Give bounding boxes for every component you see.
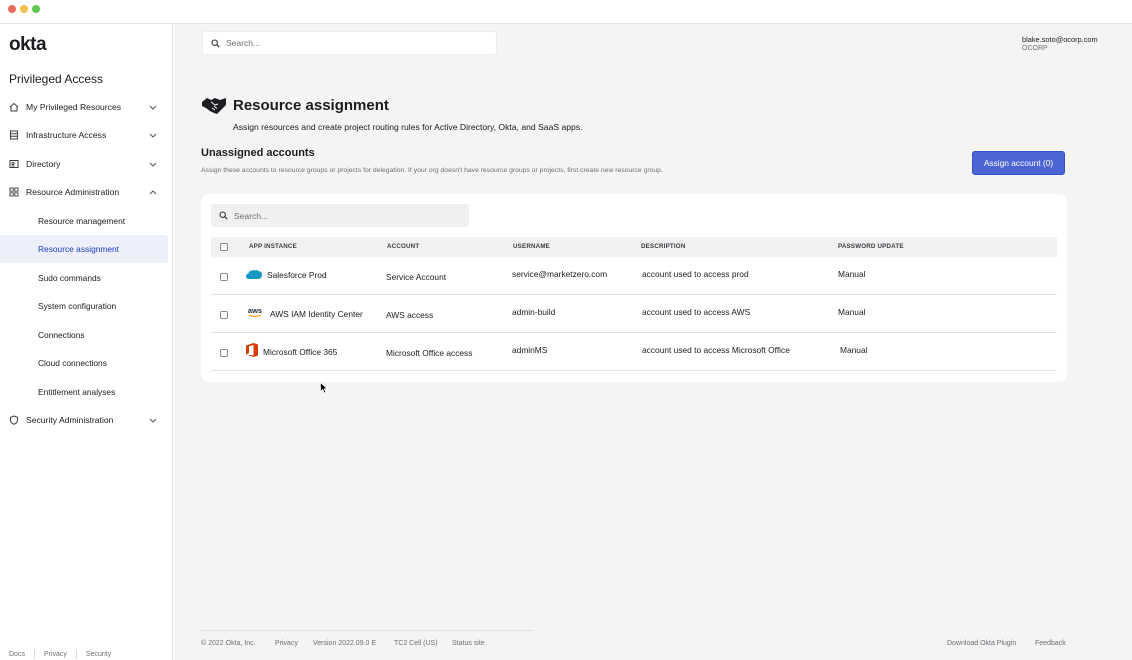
sidebar-item-security-administration[interactable]: Security Administration: [0, 406, 173, 434]
window-titlebar: [0, 0, 1132, 24]
footer-privacy-link[interactable]: Privacy: [275, 640, 298, 647]
chevron-down-icon: [149, 133, 157, 138]
sidebar-footer: Docs Privacy Security: [0, 650, 173, 660]
cell-text: TC2 Cell (US): [394, 640, 438, 647]
minimize-window-button[interactable]: [20, 5, 28, 13]
unassigned-accounts-description: Assign these accounts to resource groups…: [201, 167, 663, 174]
sidebar-subitem-sudo-commands[interactable]: Sudo commands: [0, 264, 168, 292]
privacy-link[interactable]: Privacy: [35, 650, 77, 659]
table-row[interactable]: Salesforce Prod Service Account service@…: [211, 257, 1057, 295]
username: adminMS: [512, 345, 548, 355]
docs-link[interactable]: Docs: [0, 650, 35, 659]
status-site-link[interactable]: Status site: [452, 640, 485, 647]
security-link[interactable]: Security: [77, 650, 120, 659]
sidebar-item-label: Infrastructure Access: [26, 130, 107, 140]
grid-icon: [9, 187, 19, 197]
okta-logo[interactable]: okta: [9, 34, 47, 56]
select-all-checkbox[interactable]: [220, 243, 228, 251]
sidebar-item-label: Directory: [26, 159, 61, 169]
chevron-down-icon: [149, 105, 157, 110]
sidebar-subitem-resource-assignment[interactable]: Resource assignment: [0, 235, 168, 263]
main-content: blake.soto@ocorp.com OCORP Resource assi…: [174, 24, 1132, 660]
search-icon: [211, 38, 220, 48]
description: account used to access AWS: [642, 307, 751, 317]
column-header-app-instance[interactable]: APP INSTANCE: [249, 243, 297, 250]
chevron-down-icon: [149, 162, 157, 167]
sidebar-subitem-cloud-connections[interactable]: Cloud connections: [0, 349, 168, 377]
description: account used to access Microsoft Office: [642, 345, 790, 355]
sidebar-item-my-privileged-resources[interactable]: My Privileged Resources: [0, 93, 173, 121]
shield-icon: [9, 415, 19, 425]
app-instance-name[interactable]: AWS IAM Identity Center: [270, 309, 363, 319]
sidebar-item-directory[interactable]: Directory: [0, 150, 173, 178]
close-window-button[interactable]: [8, 5, 16, 13]
accounts-table-card: APP INSTANCE ACCOUNT USERNAME DESCRIPTIO…: [201, 194, 1067, 382]
column-header-description[interactable]: DESCRIPTION: [641, 243, 686, 250]
sidebar-item-label: Resource Administration: [26, 187, 120, 197]
aws-logo: aws: [246, 305, 264, 319]
sidebar-section-title: Privileged Access: [9, 72, 104, 86]
page-subtitle: Assign resources and create project rout…: [233, 122, 583, 132]
table-row[interactable]: Microsoft Office 365 Microsoft Office ac…: [211, 333, 1057, 371]
user-email[interactable]: blake.soto@ocorp.com: [1022, 35, 1098, 44]
directory-icon: [9, 159, 19, 169]
version-text: Version 2022.09.0 E: [313, 640, 377, 647]
row-checkbox[interactable]: [220, 311, 228, 319]
aws-logo-text: aws: [247, 305, 263, 315]
feedback-link[interactable]: Feedback: [1035, 640, 1066, 647]
download-plugin-link[interactable]: Download Okta Plugin: [947, 640, 1016, 647]
table-search-input[interactable]: [234, 210, 469, 221]
sidebar-subitem-resource-management[interactable]: Resource management: [0, 207, 168, 235]
sidebar-subitem-connections[interactable]: Connections: [0, 321, 168, 349]
app-instance-name[interactable]: Salesforce Prod: [267, 270, 327, 280]
footer-divider: [201, 630, 534, 631]
home-icon: [9, 102, 19, 112]
table-row[interactable]: aws AWS IAM Identity Center AWS access a…: [211, 295, 1057, 333]
page-title: Resource assignment: [233, 97, 389, 114]
password-update: Manual: [838, 269, 866, 279]
app-instance-name[interactable]: Microsoft Office 365: [263, 347, 337, 357]
salesforce-logo: [245, 269, 263, 281]
account-name: AWS access: [386, 310, 434, 320]
server-icon: [9, 130, 19, 140]
column-header-password-update[interactable]: PASSWORD UPDATE: [838, 243, 904, 250]
unassigned-accounts-heading: Unassigned accounts: [201, 147, 315, 159]
account-name: Service Account: [386, 272, 447, 282]
username: admin-build: [512, 307, 556, 317]
office365-logo: [245, 342, 259, 358]
password-update: Manual: [840, 345, 868, 355]
chevron-up-icon: [149, 189, 157, 195]
column-header-account[interactable]: ACCOUNT: [387, 243, 419, 250]
username: service@marketzero.com: [512, 269, 608, 279]
sidebar-item-label: My Privileged Resources: [26, 102, 122, 112]
row-checkbox[interactable]: [220, 273, 228, 281]
table-search[interactable]: [211, 204, 469, 227]
password-update: Manual: [838, 307, 866, 317]
account-name: Microsoft Office access: [386, 348, 473, 358]
copyright-text: © 2022 Okta, Inc.: [201, 640, 256, 647]
column-header-username[interactable]: USERNAME: [513, 243, 550, 250]
chevron-down-icon: [149, 418, 157, 423]
maximize-window-button[interactable]: [32, 5, 40, 13]
search-icon: [219, 211, 228, 220]
handshake-icon: [201, 96, 227, 116]
sidebar-subitem-system-configuration[interactable]: System configuration: [0, 292, 168, 320]
table-header: APP INSTANCE ACCOUNT USERNAME DESCRIPTIO…: [211, 237, 1057, 257]
global-search-input[interactable]: [226, 38, 466, 48]
user-org: OCORP: [1022, 45, 1048, 52]
sidebar: okta Privileged Access My Privileged Res…: [0, 24, 173, 660]
row-checkbox[interactable]: [220, 349, 228, 357]
global-search[interactable]: [202, 31, 497, 55]
mouse-cursor-icon: [320, 381, 329, 394]
sidebar-subitem-entitlement-analyses[interactable]: Entitlement analyses: [0, 378, 168, 406]
description: account used to access prod: [642, 269, 749, 279]
assign-account-button[interactable]: Assign account (0): [972, 151, 1065, 175]
sidebar-item-label: Security Administration: [26, 415, 114, 425]
sidebar-item-resource-administration[interactable]: Resource Administration: [0, 178, 173, 206]
sidebar-item-infrastructure-access[interactable]: Infrastructure Access: [0, 121, 173, 149]
